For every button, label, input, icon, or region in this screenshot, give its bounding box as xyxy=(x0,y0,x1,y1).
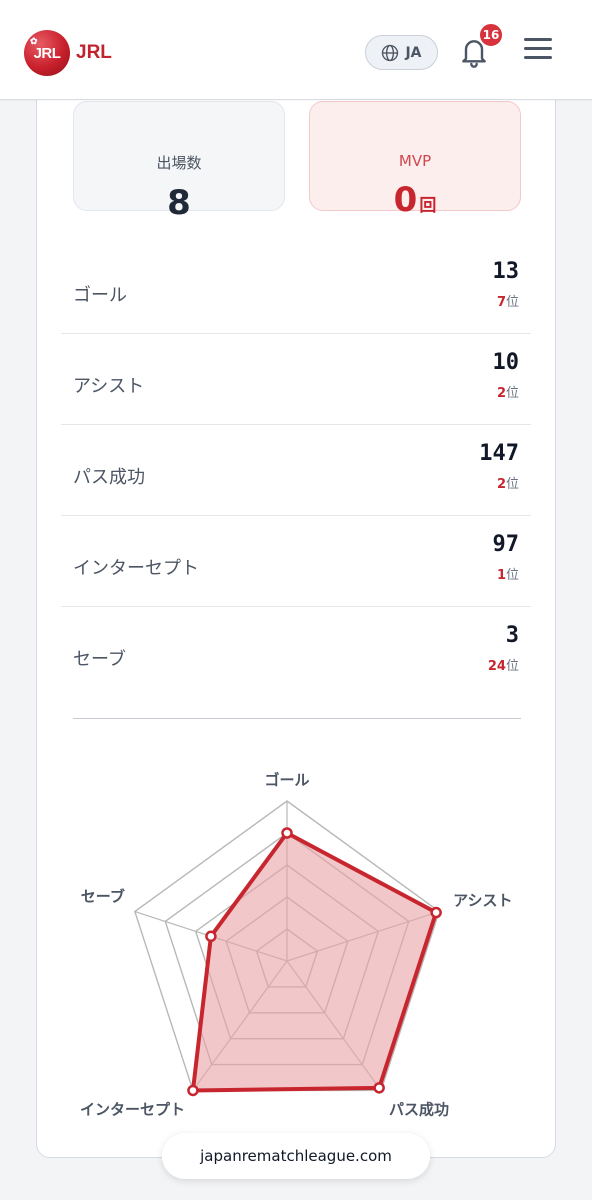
stat-label: ゴール xyxy=(73,285,127,306)
stat-rank: 1位 xyxy=(496,568,519,583)
mvp-label: MVP xyxy=(398,152,432,170)
stat-label: パス成功 xyxy=(73,467,145,488)
radar-data-point xyxy=(205,930,217,943)
notification-badge: 16 xyxy=(478,22,504,48)
stat-label: インターセプト xyxy=(73,558,199,579)
stat-value: 147 xyxy=(479,441,519,466)
hamburger-menu-icon[interactable] xyxy=(524,38,552,64)
stat-label: セーブ xyxy=(73,649,126,670)
stat-rank: 24位 xyxy=(487,659,519,674)
language-label: JA xyxy=(405,44,422,61)
stat-rank: 7位 xyxy=(496,295,519,310)
stat-row-assists: アシスト 10 2位 xyxy=(61,334,531,425)
logo-text: JRL xyxy=(76,42,112,63)
stat-row-goals: ゴール 13 7位 xyxy=(61,243,531,334)
flower-icon: ✿ xyxy=(30,36,38,46)
radar-axis-label: インターセプト xyxy=(80,1100,185,1118)
appearances-box: 出場数 8 xyxy=(73,101,285,223)
radar-axis-label: ゴール xyxy=(264,771,309,789)
mvp-unit: 回 xyxy=(419,196,437,216)
stat-label: アシスト xyxy=(73,376,145,397)
radar-data-polygon xyxy=(190,831,439,1093)
stat-value: 10 xyxy=(492,350,520,375)
radar-data-point xyxy=(281,827,293,839)
stat-row-passes: パス成功 147 2位 xyxy=(61,425,531,516)
logo-mark: ✿ JRL xyxy=(24,30,70,76)
player-stats-card: 出場数 8 MVP 0回 ゴール 13 7位 アシスト 10 2位 パス成功 1… xyxy=(36,60,556,1158)
stat-rank: 2位 xyxy=(496,386,519,401)
stat-value: 3 xyxy=(505,623,519,648)
url-bar[interactable]: japanrematchleague.com xyxy=(162,1133,430,1179)
stat-row-interceptions: インターセプト 97 1位 xyxy=(61,516,531,607)
radar-data-point xyxy=(373,1082,385,1094)
radar-data-point xyxy=(430,906,442,919)
radar-axis-label: セーブ xyxy=(81,888,125,906)
radar-axis-label: アシスト xyxy=(453,892,512,910)
app-header: ✿ JRL JRL JA 16 xyxy=(0,0,592,100)
logo-mark-text: JRL xyxy=(33,44,61,62)
logo[interactable]: ✿ JRL JRL xyxy=(24,30,112,76)
stat-value: 97 xyxy=(492,532,520,557)
stat-value: 13 xyxy=(492,259,520,284)
mvp-box: MVP 0回 xyxy=(309,101,521,220)
stat-row-saves: セーブ 3 24位 xyxy=(61,607,531,698)
appearances-label: 出場数 xyxy=(156,154,202,172)
mvp-value: 0 xyxy=(393,180,418,220)
radar-data-point xyxy=(187,1084,199,1097)
divider xyxy=(73,718,521,719)
radar-axis-label: パス成功 xyxy=(389,1100,449,1118)
globe-icon xyxy=(382,44,399,61)
stat-rank: 2位 xyxy=(496,477,519,492)
appearances-value: 8 xyxy=(167,183,191,223)
mvp-value-wrap: 0回 xyxy=(310,180,520,220)
radar-chart: ゴールアシストパス成功 インターセプトセーブ xyxy=(80,771,513,1118)
stats-list: ゴール 13 7位 アシスト 10 2位 パス成功 147 2位 インターセプト… xyxy=(61,243,531,698)
language-switch-button[interactable]: JA xyxy=(365,35,438,70)
